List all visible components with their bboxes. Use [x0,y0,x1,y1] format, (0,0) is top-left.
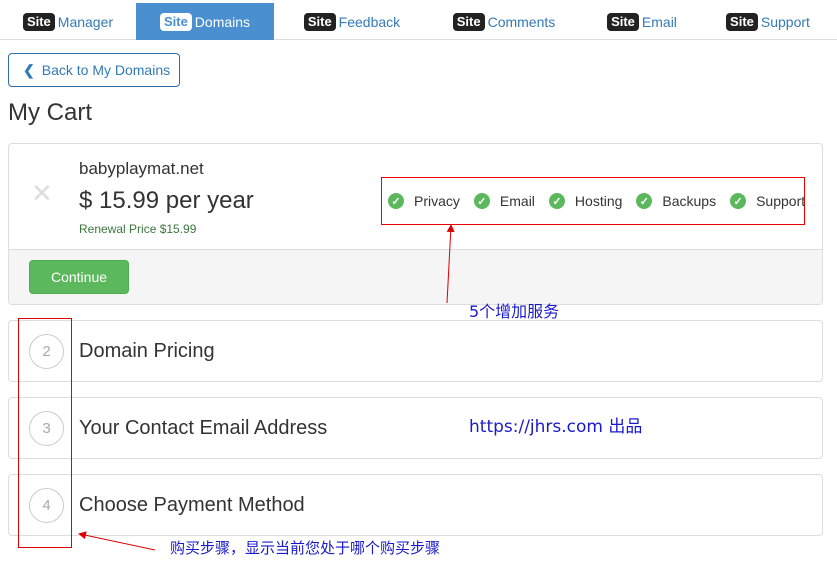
page-title: My Cart [8,99,92,126]
feature-backups: ✓ Backups [636,193,716,209]
features-list: ✓ Privacy ✓ Email ✓ Hosting ✓ Backups ✓ … [381,177,805,225]
feature-label: Support [756,193,806,209]
tab-manager[interactable]: Site Manager [12,3,124,40]
site-badge: Site [303,12,336,31]
top-nav-tabs: Site Manager Site Domains Site Feedback … [0,0,837,40]
tab-label: Email [641,13,677,30]
feature-support: ✓ Support [730,193,805,209]
tab-email[interactable]: Site Email [600,3,684,40]
cart-domain-name: babyplaymat.net [79,159,204,178]
cart-price: $ 15.99 per year [79,187,254,214]
site-badge: Site [159,12,192,31]
tab-label: Comments [487,13,556,30]
step-contact-email[interactable]: 3 Your Contact Email Address [8,397,823,459]
feature-label: Hosting [574,193,623,209]
steps-highlight-box [18,318,72,548]
feature-privacy: ✓ Privacy [388,193,460,209]
site-badge: Site [452,12,485,31]
annotation-services: 5个增加服务 [469,302,560,321]
tab-support[interactable]: Site Support [718,3,818,40]
renewal-price: Renewal Price $15.99 [79,222,197,236]
annotation-steps: 购买步骤，显示当前您处于哪个购买步骤 [170,539,441,557]
check-icon: ✓ [548,193,565,209]
check-icon: ✓ [388,193,404,209]
continue-button[interactable]: Continue [29,260,129,294]
tab-label: Manager [57,13,114,30]
feature-label: Backups [662,193,717,209]
steps-arrow [78,531,156,551]
tab-label: Support [760,13,810,30]
feature-hosting: ✓ Hosting [548,193,623,209]
back-to-domains-button[interactable]: ❮ Back to My Domains [8,53,180,87]
tab-label: Domains [194,13,251,30]
step-payment-method[interactable]: 4 Choose Payment Method [8,474,823,536]
site-badge: Site [726,12,758,31]
feature-label: Privacy [414,193,460,209]
close-icon[interactable]: ✕ [31,178,53,209]
chevron-left-icon: ❮ [23,61,35,78]
tab-domains[interactable]: Site Domains [136,3,274,40]
cart-footer: Continue [9,249,822,304]
site-badge: Site [22,12,55,31]
site-badge: Site [607,12,639,31]
feature-label: Email [499,193,535,209]
step-domain-pricing[interactable]: 2 Domain Pricing [8,320,823,382]
back-button-label: Back to My Domains [41,62,171,78]
step-title: Choose Payment Method [79,494,305,516]
annotation-site: https://jhrs.com 出品 [469,417,643,437]
step-title: Domain Pricing [79,340,215,362]
check-icon: ✓ [636,193,653,209]
check-icon: ✓ [730,193,747,209]
tab-comments[interactable]: Site Comments [444,3,564,40]
tab-feedback[interactable]: Site Feedback [294,3,410,40]
cart-panel: ✕ babyplaymat.net $ 15.99 per year Renew… [8,143,823,305]
step-title: Your Contact Email Address [79,417,328,439]
feature-email: ✓ Email [473,193,535,209]
check-icon: ✓ [473,193,490,209]
tab-label: Feedback [338,13,401,30]
